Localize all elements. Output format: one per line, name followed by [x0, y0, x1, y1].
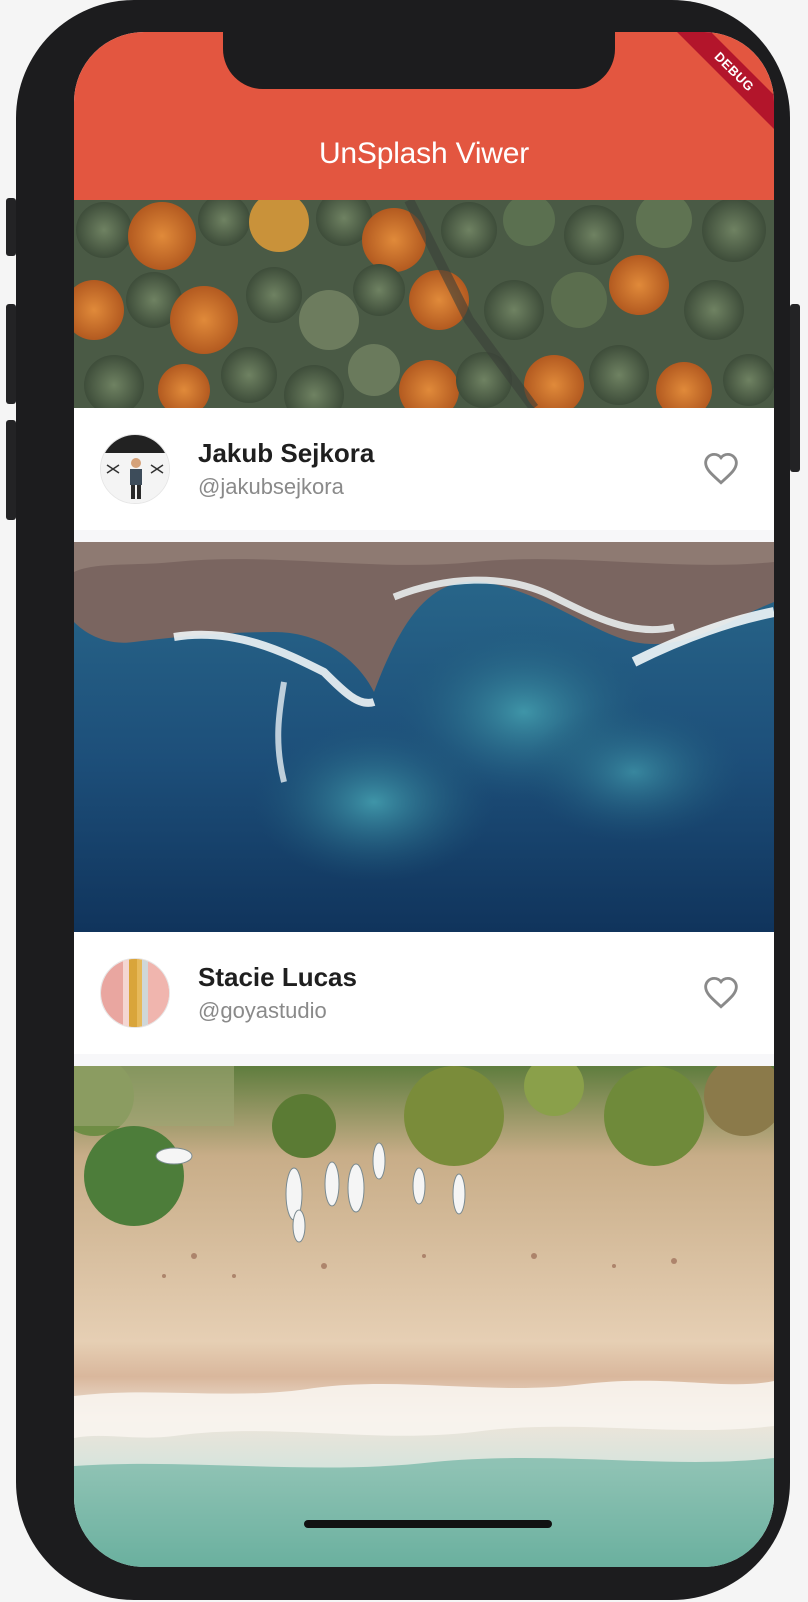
- heart-outline-icon[interactable]: [702, 450, 740, 486]
- heart-outline-icon[interactable]: [702, 974, 740, 1010]
- author-name: Jakub Sejkora: [198, 438, 375, 468]
- notch: [223, 32, 615, 89]
- power-button: [790, 304, 800, 472]
- volume-down-button: [6, 420, 16, 520]
- photo-beach[interactable]: [74, 1066, 774, 1567]
- post-card[interactable]: Stacie Lucas @goyastudio: [74, 932, 774, 1054]
- striped-pink-yellow-avatar: [101, 959, 169, 1027]
- mute-switch: [6, 198, 16, 256]
- beach-boats-image: [74, 1066, 774, 1567]
- post-card[interactable]: Jakub Sejkora @jakubsejkora: [74, 408, 774, 530]
- photo-autumn-forest[interactable]: [74, 200, 774, 408]
- app-screen: UnSplash Viwer DEBUG Jakub Sejkora @jaku…: [74, 32, 774, 1567]
- person-with-drones-avatar: [101, 435, 169, 503]
- home-indicator[interactable]: [304, 1520, 552, 1528]
- avatar-jakub[interactable]: [100, 434, 170, 504]
- phone-frame: UnSplash Viwer DEBUG Jakub Sejkora @jaku…: [6, 0, 800, 1600]
- volume-up-button: [6, 304, 16, 404]
- author-handle: @jakubsejkora: [198, 474, 344, 499]
- author-name: Stacie Lucas: [198, 962, 357, 992]
- photo-coastline[interactable]: [74, 542, 774, 932]
- app-title: UnSplash Viwer: [318, 137, 530, 170]
- avatar-stacie[interactable]: [100, 958, 170, 1028]
- author-handle: @goyastudio: [198, 998, 327, 1023]
- coastline-image: [74, 542, 774, 932]
- autumn-forest-image: [74, 200, 774, 408]
